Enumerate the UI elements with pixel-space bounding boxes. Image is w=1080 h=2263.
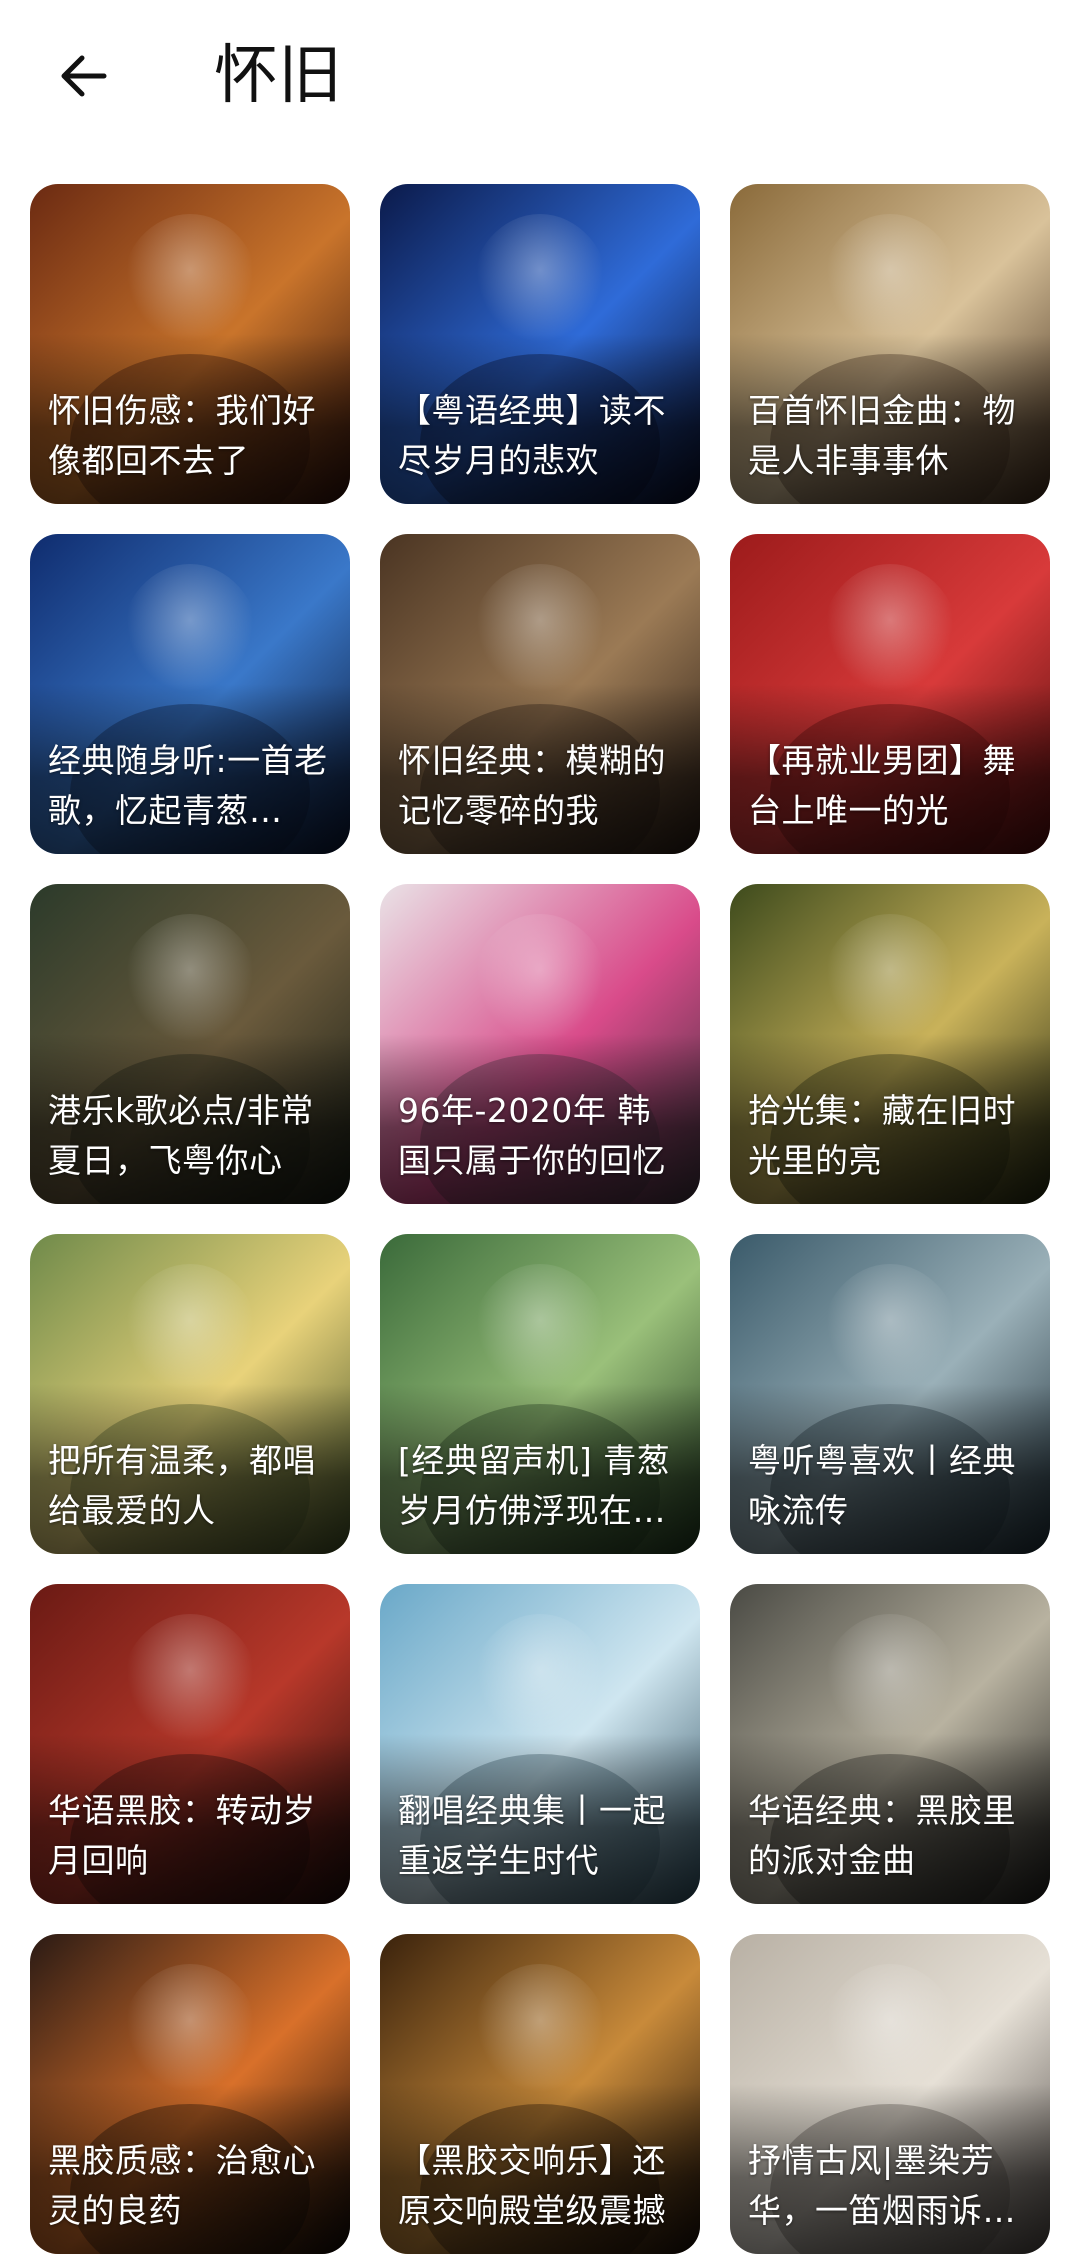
playlist-card[interactable]: 港乐k歌必点/非常夏日，飞粤你心 [30, 884, 350, 1204]
playlist-title: 怀旧伤感：我们好像都回不去了 [48, 391, 316, 480]
playlist-card[interactable]: 黑胶质感：治愈心灵的良药 [30, 1934, 350, 2254]
playlist-title: 翻唱经典集丨一起重返学生时代 [398, 1791, 666, 1880]
playlist-title: 怀旧经典：模糊的记忆零碎的我 [398, 741, 666, 830]
playlist-card[interactable]: 华语黑胶：转动岁月回响 [30, 1584, 350, 1904]
playlist-title: 96年-2020年 韩国只属于你的回忆 [398, 1091, 666, 1180]
playlist-card[interactable]: 抒情古风|墨染芳华，一笛烟雨诉… [730, 1934, 1050, 2254]
playlist-card[interactable]: 粤听粤喜欢丨经典咏流传 [730, 1234, 1050, 1554]
playlist-card[interactable]: 经典随身听:一首老歌，忆起青葱… [30, 534, 350, 854]
playlist-title: 【黑胶交响乐】还原交响殿堂级震撼 [398, 2141, 666, 2230]
playlist-card[interactable]: 怀旧伤感：我们好像都回不去了 [30, 184, 350, 504]
playlist-card[interactable]: 【粤语经典】读不尽岁月的悲欢 [380, 184, 700, 504]
playlist-card[interactable]: 怀旧经典：模糊的记忆零碎的我 [380, 534, 700, 854]
arrow-left-icon [61, 55, 107, 97]
playlist-title: 华语黑胶：转动岁月回响 [48, 1791, 316, 1880]
playlist-title: 粤听粤喜欢丨经典咏流传 [748, 1441, 1016, 1530]
playlist-title: 【再就业男团】舞台上唯一的光 [748, 741, 1016, 830]
playlist-card[interactable]: 96年-2020年 韩国只属于你的回忆 [380, 884, 700, 1204]
page-title: 怀旧 [214, 39, 342, 113]
playlist-title: 【粤语经典】读不尽岁月的悲欢 [398, 391, 666, 480]
playlist-card[interactable]: 百首怀旧金曲：物是人非事事休 [730, 184, 1050, 504]
playlist-card[interactable]: [经典留声机] 青葱岁月仿佛浮现在… [380, 1234, 700, 1554]
playlist-title: 拾光集：藏在旧时光里的亮 [748, 1091, 1016, 1180]
playlist-title: 港乐k歌必点/非常夏日，飞粤你心 [48, 1091, 314, 1180]
app-header: 怀旧 [0, 0, 1080, 160]
playlist-card[interactable]: 拾光集：藏在旧时光里的亮 [730, 884, 1050, 1204]
playlist-title: 百首怀旧金曲：物是人非事事休 [748, 391, 1016, 480]
back-button[interactable] [44, 36, 124, 116]
playlist-card[interactable]: 【黑胶交响乐】还原交响殿堂级震撼 [380, 1934, 700, 2254]
playlist-title: 经典随身听:一首老歌，忆起青葱… [48, 741, 328, 830]
playlist-title: 黑胶质感：治愈心灵的良药 [48, 2141, 316, 2230]
playlist-card[interactable]: 【再就业男团】舞台上唯一的光 [730, 534, 1050, 854]
playlist-title: 抒情古风|墨染芳华，一笛烟雨诉… [748, 2141, 1016, 2230]
playlist-grid: 怀旧伤感：我们好像都回不去了 【粤语经典】读不尽岁月的悲欢 百首怀旧金曲：物是人非事… [30, 184, 1050, 2254]
playlist-title: 华语经典：黑胶里的派对金曲 [748, 1791, 1016, 1880]
playlist-title: [经典留声机] 青葱岁月仿佛浮现在… [398, 1441, 671, 1530]
playlist-card[interactable]: 把所有温柔，都唱给最爱的人 [30, 1234, 350, 1554]
playlist-title: 把所有温柔，都唱给最爱的人 [48, 1441, 316, 1530]
playlist-card[interactable]: 华语经典：黑胶里的派对金曲 [730, 1584, 1050, 1904]
playlist-card[interactable]: 翻唱经典集丨一起重返学生时代 [380, 1584, 700, 1904]
